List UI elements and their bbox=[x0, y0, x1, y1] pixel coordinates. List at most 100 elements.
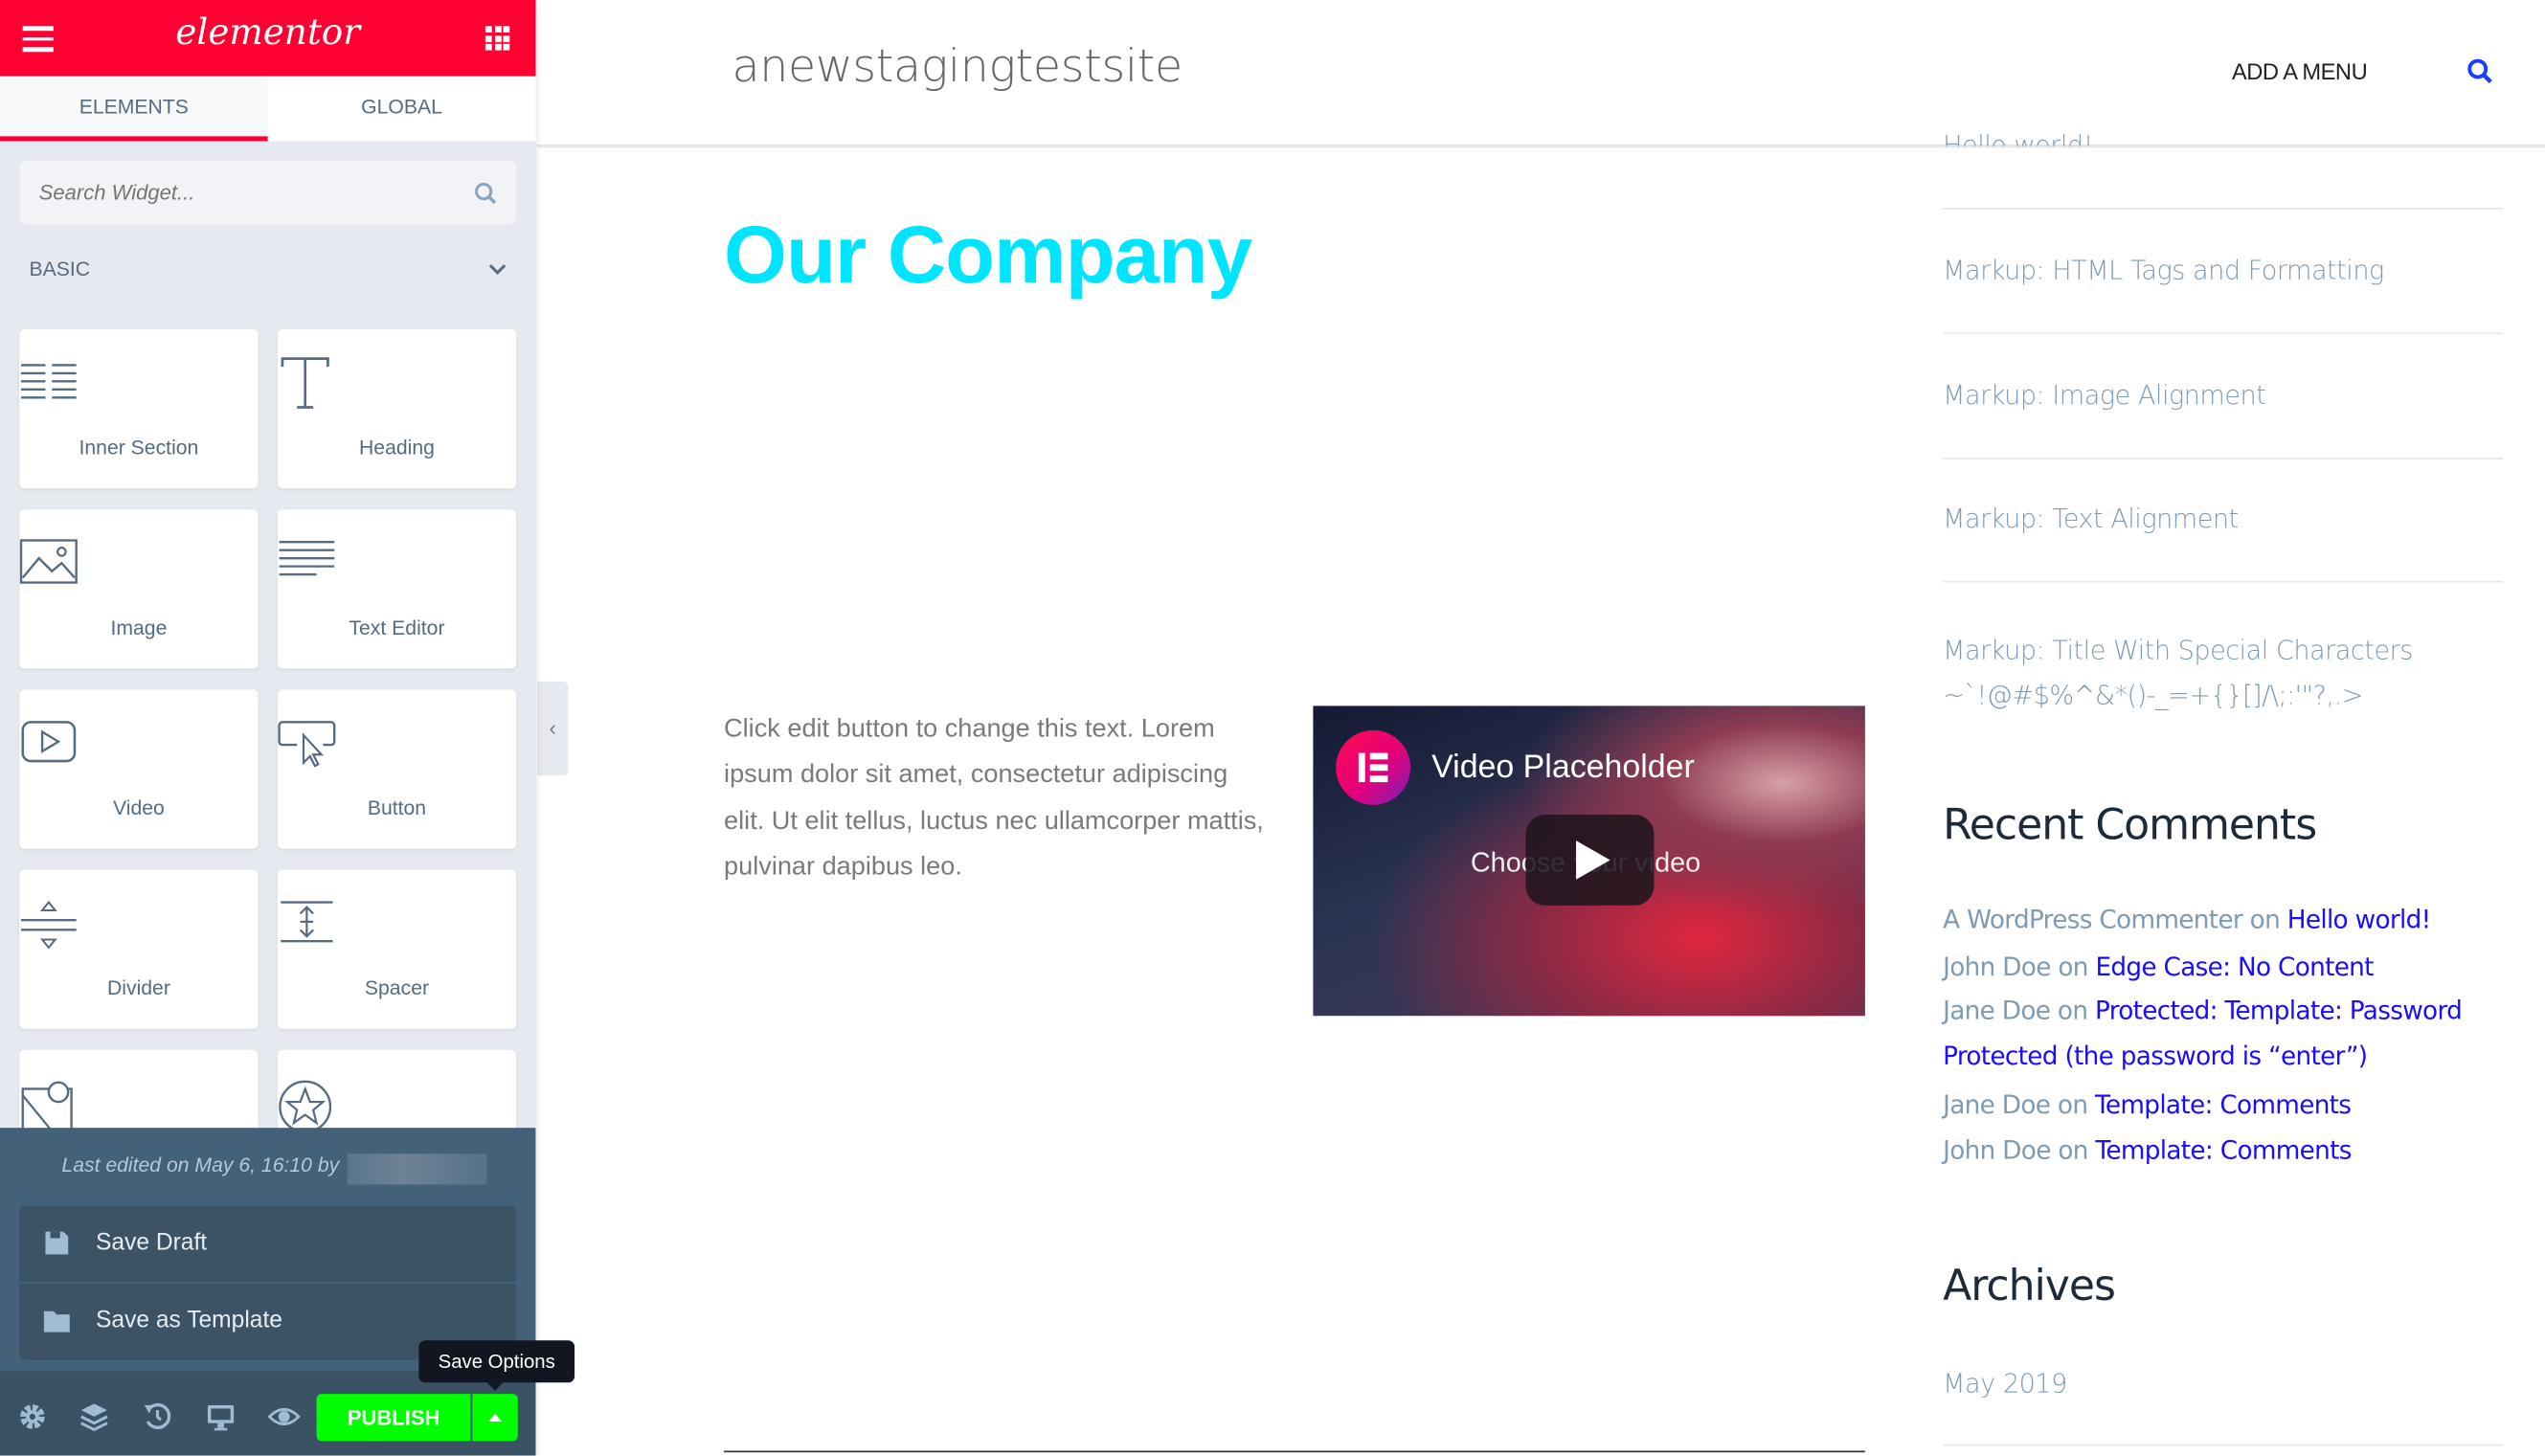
widget-image[interactable]: Image bbox=[19, 509, 259, 669]
text-editor-icon bbox=[279, 541, 335, 576]
heading-icon bbox=[281, 357, 329, 409]
widget-label: Inner Section bbox=[79, 437, 199, 459]
save-options-toggle[interactable] bbox=[472, 1394, 518, 1442]
widget-video[interactable]: Video bbox=[19, 689, 259, 849]
editor-panel: elementor ELEMENTS GLOBAL BASIC Inner Se… bbox=[0, 0, 536, 1456]
spacer-icon bbox=[281, 901, 333, 943]
last-edited-text: Last edited on May 6, 16:10 by bbox=[61, 1154, 340, 1177]
tooltip-arrow bbox=[486, 1382, 504, 1391]
comment-on: on bbox=[2058, 1135, 2088, 1166]
redacted-username bbox=[347, 1154, 487, 1185]
responsive-desktop-icon[interactable] bbox=[205, 1400, 237, 1433]
widget-label: Heading bbox=[358, 437, 435, 459]
text-editor-content[interactable]: Click edit button to change this text. L… bbox=[724, 707, 1268, 891]
site-title[interactable]: anewstagingtestsite bbox=[732, 39, 1183, 93]
widget-spacer[interactable]: Spacer bbox=[277, 869, 517, 1029]
history-icon[interactable] bbox=[141, 1400, 173, 1433]
search-icon[interactable] bbox=[2467, 58, 2493, 84]
comment-on: on bbox=[2058, 952, 2088, 982]
archives-title: Archives bbox=[1943, 1262, 2116, 1311]
elementor-logo-icon bbox=[1336, 729, 1411, 805]
comment-author[interactable]: Jane Doe bbox=[1943, 997, 2051, 1026]
play-button[interactable] bbox=[1525, 814, 1655, 906]
save-icon bbox=[45, 1231, 69, 1255]
category-basic[interactable]: BASIC bbox=[30, 258, 91, 281]
navigator-layers-icon[interactable] bbox=[78, 1400, 110, 1433]
comment-item: A WordPress Commenter on Hello world! bbox=[1943, 905, 2431, 935]
comment-post-link[interactable]: Hello world! bbox=[2287, 906, 2431, 935]
widget-label: Image bbox=[110, 616, 168, 639]
divider bbox=[724, 1450, 1865, 1453]
chevron-left-icon: ‹ bbox=[549, 715, 556, 741]
widget-heading[interactable]: Heading bbox=[277, 329, 517, 489]
publish-button[interactable]: PUBLISH bbox=[316, 1394, 471, 1442]
page-preview: anewstagingtestsite ADD A MENU Our Compa… bbox=[537, 0, 2545, 1456]
add-menu-link[interactable]: ADD A MENU bbox=[2232, 58, 2368, 84]
comment-item: Jane Doe on Protected: Template: Passwor… bbox=[1943, 988, 2503, 1080]
recent-comments-title: Recent Comments bbox=[1943, 801, 2317, 851]
widget-label: Video bbox=[113, 796, 165, 820]
comment-item: Jane Doe on Template: Comments bbox=[1943, 1090, 2352, 1120]
separator bbox=[1943, 332, 2503, 335]
comment-on: on bbox=[2057, 1090, 2088, 1120]
recent-post-link[interactable]: Markup: HTML Tags and Formatting bbox=[1943, 255, 2384, 285]
image-icon bbox=[19, 539, 78, 584]
recent-post-link[interactable]: Markup: Title With Special Characters ~`… bbox=[1943, 628, 2462, 719]
comment-on: on bbox=[2057, 996, 2088, 1026]
widget-label: Spacer bbox=[364, 976, 430, 1000]
comment-item: John Doe on Template: Comments bbox=[1943, 1136, 2352, 1166]
chevron-down-icon[interactable] bbox=[488, 263, 507, 277]
recent-post-link[interactable]: Hello world! bbox=[1943, 128, 2093, 148]
star-icon bbox=[279, 1080, 332, 1133]
comment-author[interactable]: John Doe bbox=[1943, 952, 2051, 982]
folder-icon bbox=[43, 1310, 70, 1333]
play-icon bbox=[1576, 840, 1610, 880]
caret-up-icon bbox=[488, 1413, 502, 1422]
save-draft-item[interactable]: Save Draft bbox=[19, 1206, 516, 1283]
header-border bbox=[537, 146, 2545, 148]
widget-text-editor[interactable]: Text Editor bbox=[277, 509, 517, 669]
video-title: Video Placeholder bbox=[1431, 750, 1695, 786]
separator bbox=[1943, 580, 2503, 583]
widgets-grid-icon[interactable] bbox=[484, 26, 510, 51]
save-options-tooltip: Save Options bbox=[418, 1340, 575, 1383]
separator bbox=[1943, 207, 2503, 210]
save-draft-label: Save Draft bbox=[96, 1229, 208, 1257]
separator bbox=[1943, 458, 2503, 459]
collapse-panel-button[interactable]: ‹ bbox=[537, 681, 569, 776]
tab-elements[interactable]: ELEMENTS bbox=[0, 76, 268, 142]
page-heading[interactable]: Our Company bbox=[724, 208, 1252, 302]
panel-header: elementor bbox=[0, 0, 536, 77]
search-widget-input[interactable] bbox=[19, 160, 517, 224]
comment-on: on bbox=[2249, 905, 2281, 935]
archive-link[interactable]: May 2019 bbox=[1943, 1368, 2067, 1399]
elementor-logo: elementor bbox=[175, 12, 361, 54]
recent-post-link[interactable]: Markup: Image Alignment bbox=[1943, 380, 2266, 411]
comment-post-link[interactable]: Edge Case: No Content bbox=[2095, 952, 2374, 982]
inner-section-icon bbox=[21, 364, 77, 399]
widget-button[interactable]: Button bbox=[277, 689, 517, 849]
separator bbox=[1943, 1444, 2503, 1446]
save-as-template-label: Save as Template bbox=[96, 1308, 282, 1334]
comment-author[interactable]: John Doe bbox=[1943, 1136, 2051, 1166]
button-icon bbox=[278, 721, 336, 768]
comment-post-link[interactable]: Template: Comments bbox=[2095, 1136, 2352, 1166]
comment-author[interactable]: Jane Doe bbox=[1943, 1090, 2051, 1120]
tab-global[interactable]: GLOBAL bbox=[267, 76, 536, 142]
search-icon bbox=[475, 182, 497, 205]
comment-post-link[interactable]: Template: Comments bbox=[2095, 1090, 2352, 1120]
widget-inner-section[interactable]: Inner Section bbox=[19, 329, 259, 489]
settings-gear-icon[interactable] bbox=[16, 1400, 49, 1433]
recent-post-link[interactable]: Markup: Text Alignment bbox=[1943, 504, 2239, 534]
comment-item: John Doe on Edge Case: No Content bbox=[1943, 952, 2374, 982]
widget-label: Text Editor bbox=[349, 616, 445, 639]
video-icon bbox=[21, 721, 77, 763]
search-widget-field[interactable] bbox=[19, 160, 442, 224]
video-placeholder[interactable]: Video Placeholder Choose your video bbox=[1313, 706, 1865, 1017]
comment-author[interactable]: A WordPress Commenter bbox=[1943, 906, 2243, 935]
widget-label: Divider bbox=[106, 976, 170, 1000]
widget-label: Button bbox=[367, 796, 427, 820]
widget-divider[interactable]: Divider bbox=[19, 869, 259, 1029]
preview-eye-icon[interactable] bbox=[267, 1400, 301, 1433]
divider-icon bbox=[21, 900, 77, 950]
